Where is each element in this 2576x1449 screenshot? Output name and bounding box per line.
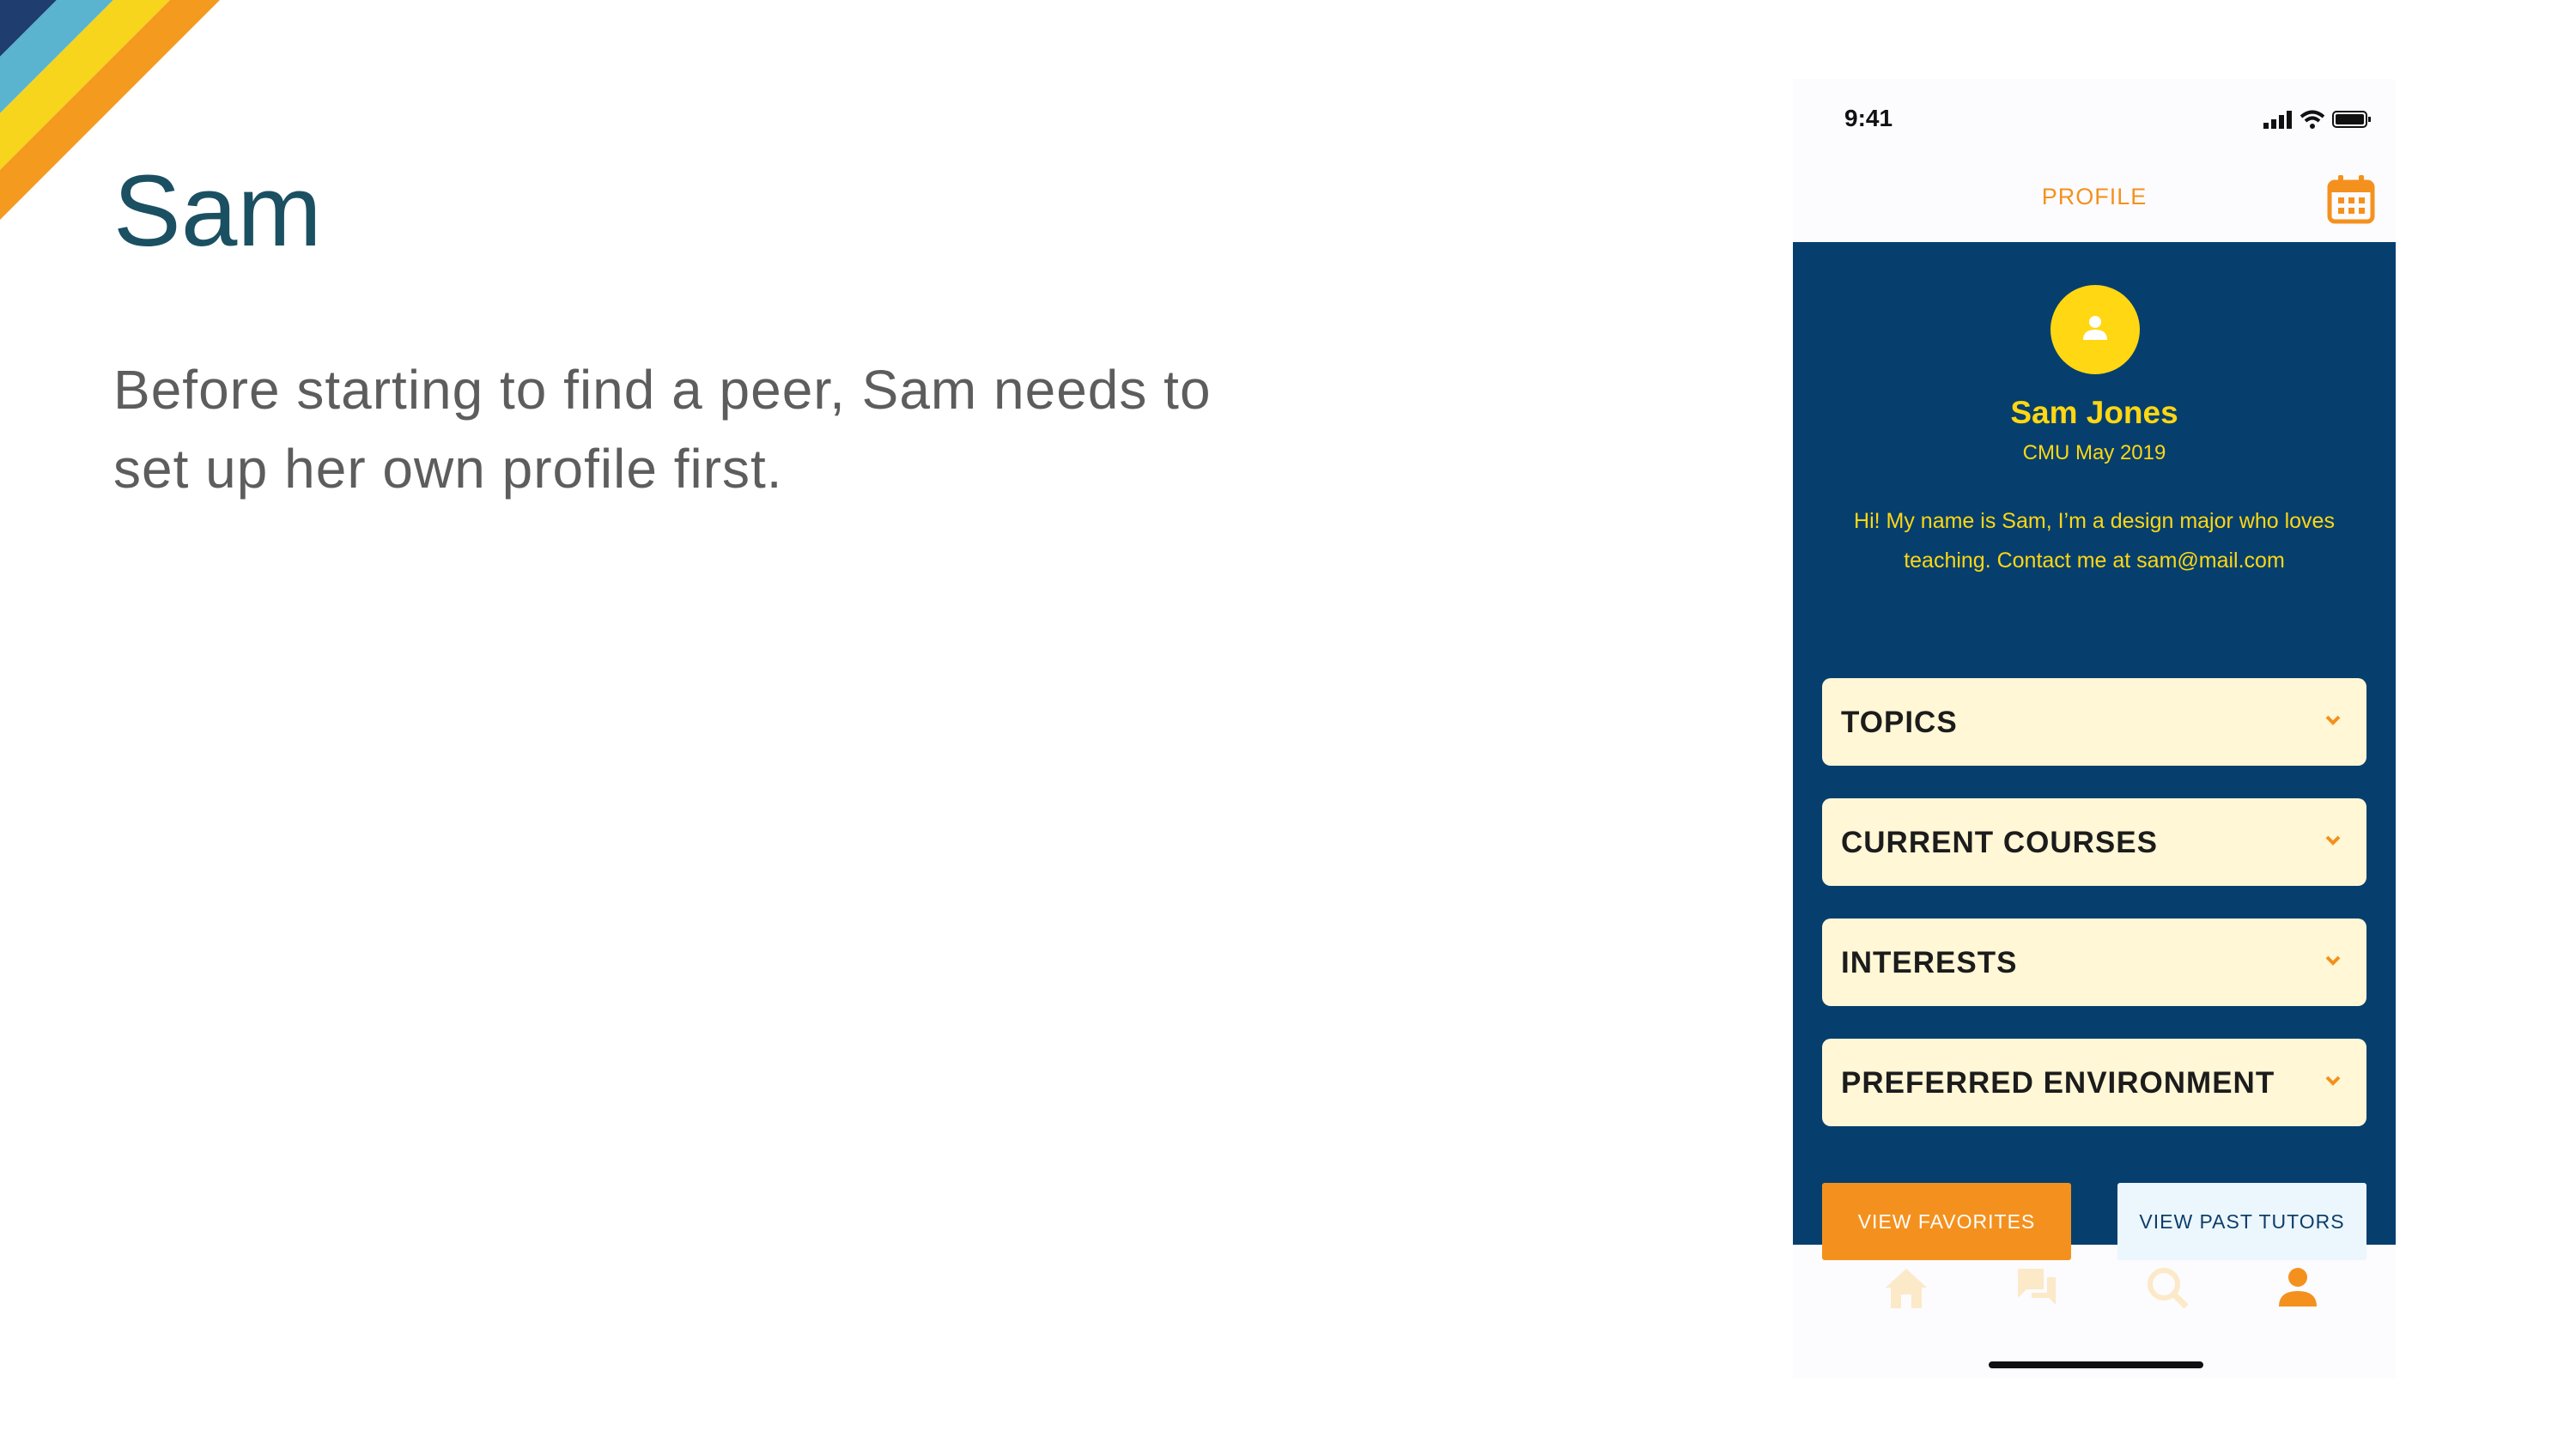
profile-name: Sam Jones bbox=[2010, 395, 2178, 430]
tab-profile[interactable] bbox=[2270, 1260, 2325, 1315]
chevron-down-icon bbox=[2325, 1076, 2341, 1086]
page-title: PROFILE bbox=[2041, 184, 2148, 209]
tab-search[interactable] bbox=[2140, 1260, 2195, 1315]
section-label: CURRENT COURSES bbox=[1841, 826, 2158, 859]
section-label: TOPICS bbox=[1841, 706, 1958, 739]
section-topics[interactable]: TOPICS bbox=[1822, 678, 2366, 766]
chevron-down-icon bbox=[2325, 715, 2341, 725]
slide-title: Sam bbox=[113, 155, 322, 268]
tab-messages[interactable] bbox=[2009, 1260, 2064, 1315]
app-bar: PROFILE bbox=[1793, 158, 2396, 240]
profile-icon bbox=[2279, 1268, 2317, 1307]
section-interests[interactable]: INTERESTS bbox=[1822, 919, 2366, 1006]
search-icon bbox=[2148, 1268, 2189, 1309]
profile-bio: Hi! My name is Sam, I’m a design major w… bbox=[1854, 509, 2335, 573]
profile-panel: Sam Jones CMU May 2019 Hi! My name is Sa… bbox=[1793, 242, 2396, 1260]
chevron-down-icon bbox=[2325, 955, 2341, 966]
slide-body-text: Before starting to find a peer, Sam need… bbox=[113, 359, 1212, 500]
profile-school: CMU May 2019 bbox=[2022, 441, 2166, 464]
wifi-icon bbox=[2300, 110, 2325, 129]
calendar-icon bbox=[2327, 175, 2375, 224]
section-preferred-environment[interactable]: PREFERRED ENVIRONMENT bbox=[1822, 1039, 2366, 1126]
phone-screen: 9:41 PROFILE Sam Jones CMU May 2019 Hi! … bbox=[1793, 79, 2396, 1379]
section-label: PREFERRED ENVIRONMENT bbox=[1841, 1066, 2275, 1100]
section-label: INTERESTS bbox=[1841, 946, 2018, 979]
signal-icon bbox=[2263, 111, 2292, 129]
tab-bar bbox=[1793, 1245, 2396, 1331]
section-current-courses[interactable]: CURRENT COURSES bbox=[1822, 798, 2366, 886]
status-icons bbox=[2263, 110, 2372, 129]
tab-home[interactable] bbox=[1879, 1260, 1934, 1315]
home-indicator bbox=[1989, 1361, 2203, 1368]
avatar[interactable] bbox=[2050, 285, 2140, 374]
chat-icon bbox=[2018, 1269, 2056, 1305]
battery-icon bbox=[2332, 111, 2371, 128]
calendar-button[interactable] bbox=[2327, 173, 2375, 225]
user-icon bbox=[2083, 316, 2107, 340]
home-icon bbox=[1886, 1269, 1927, 1308]
chevron-down-icon bbox=[2325, 835, 2341, 846]
status-time: 9:41 bbox=[1844, 105, 1893, 131]
